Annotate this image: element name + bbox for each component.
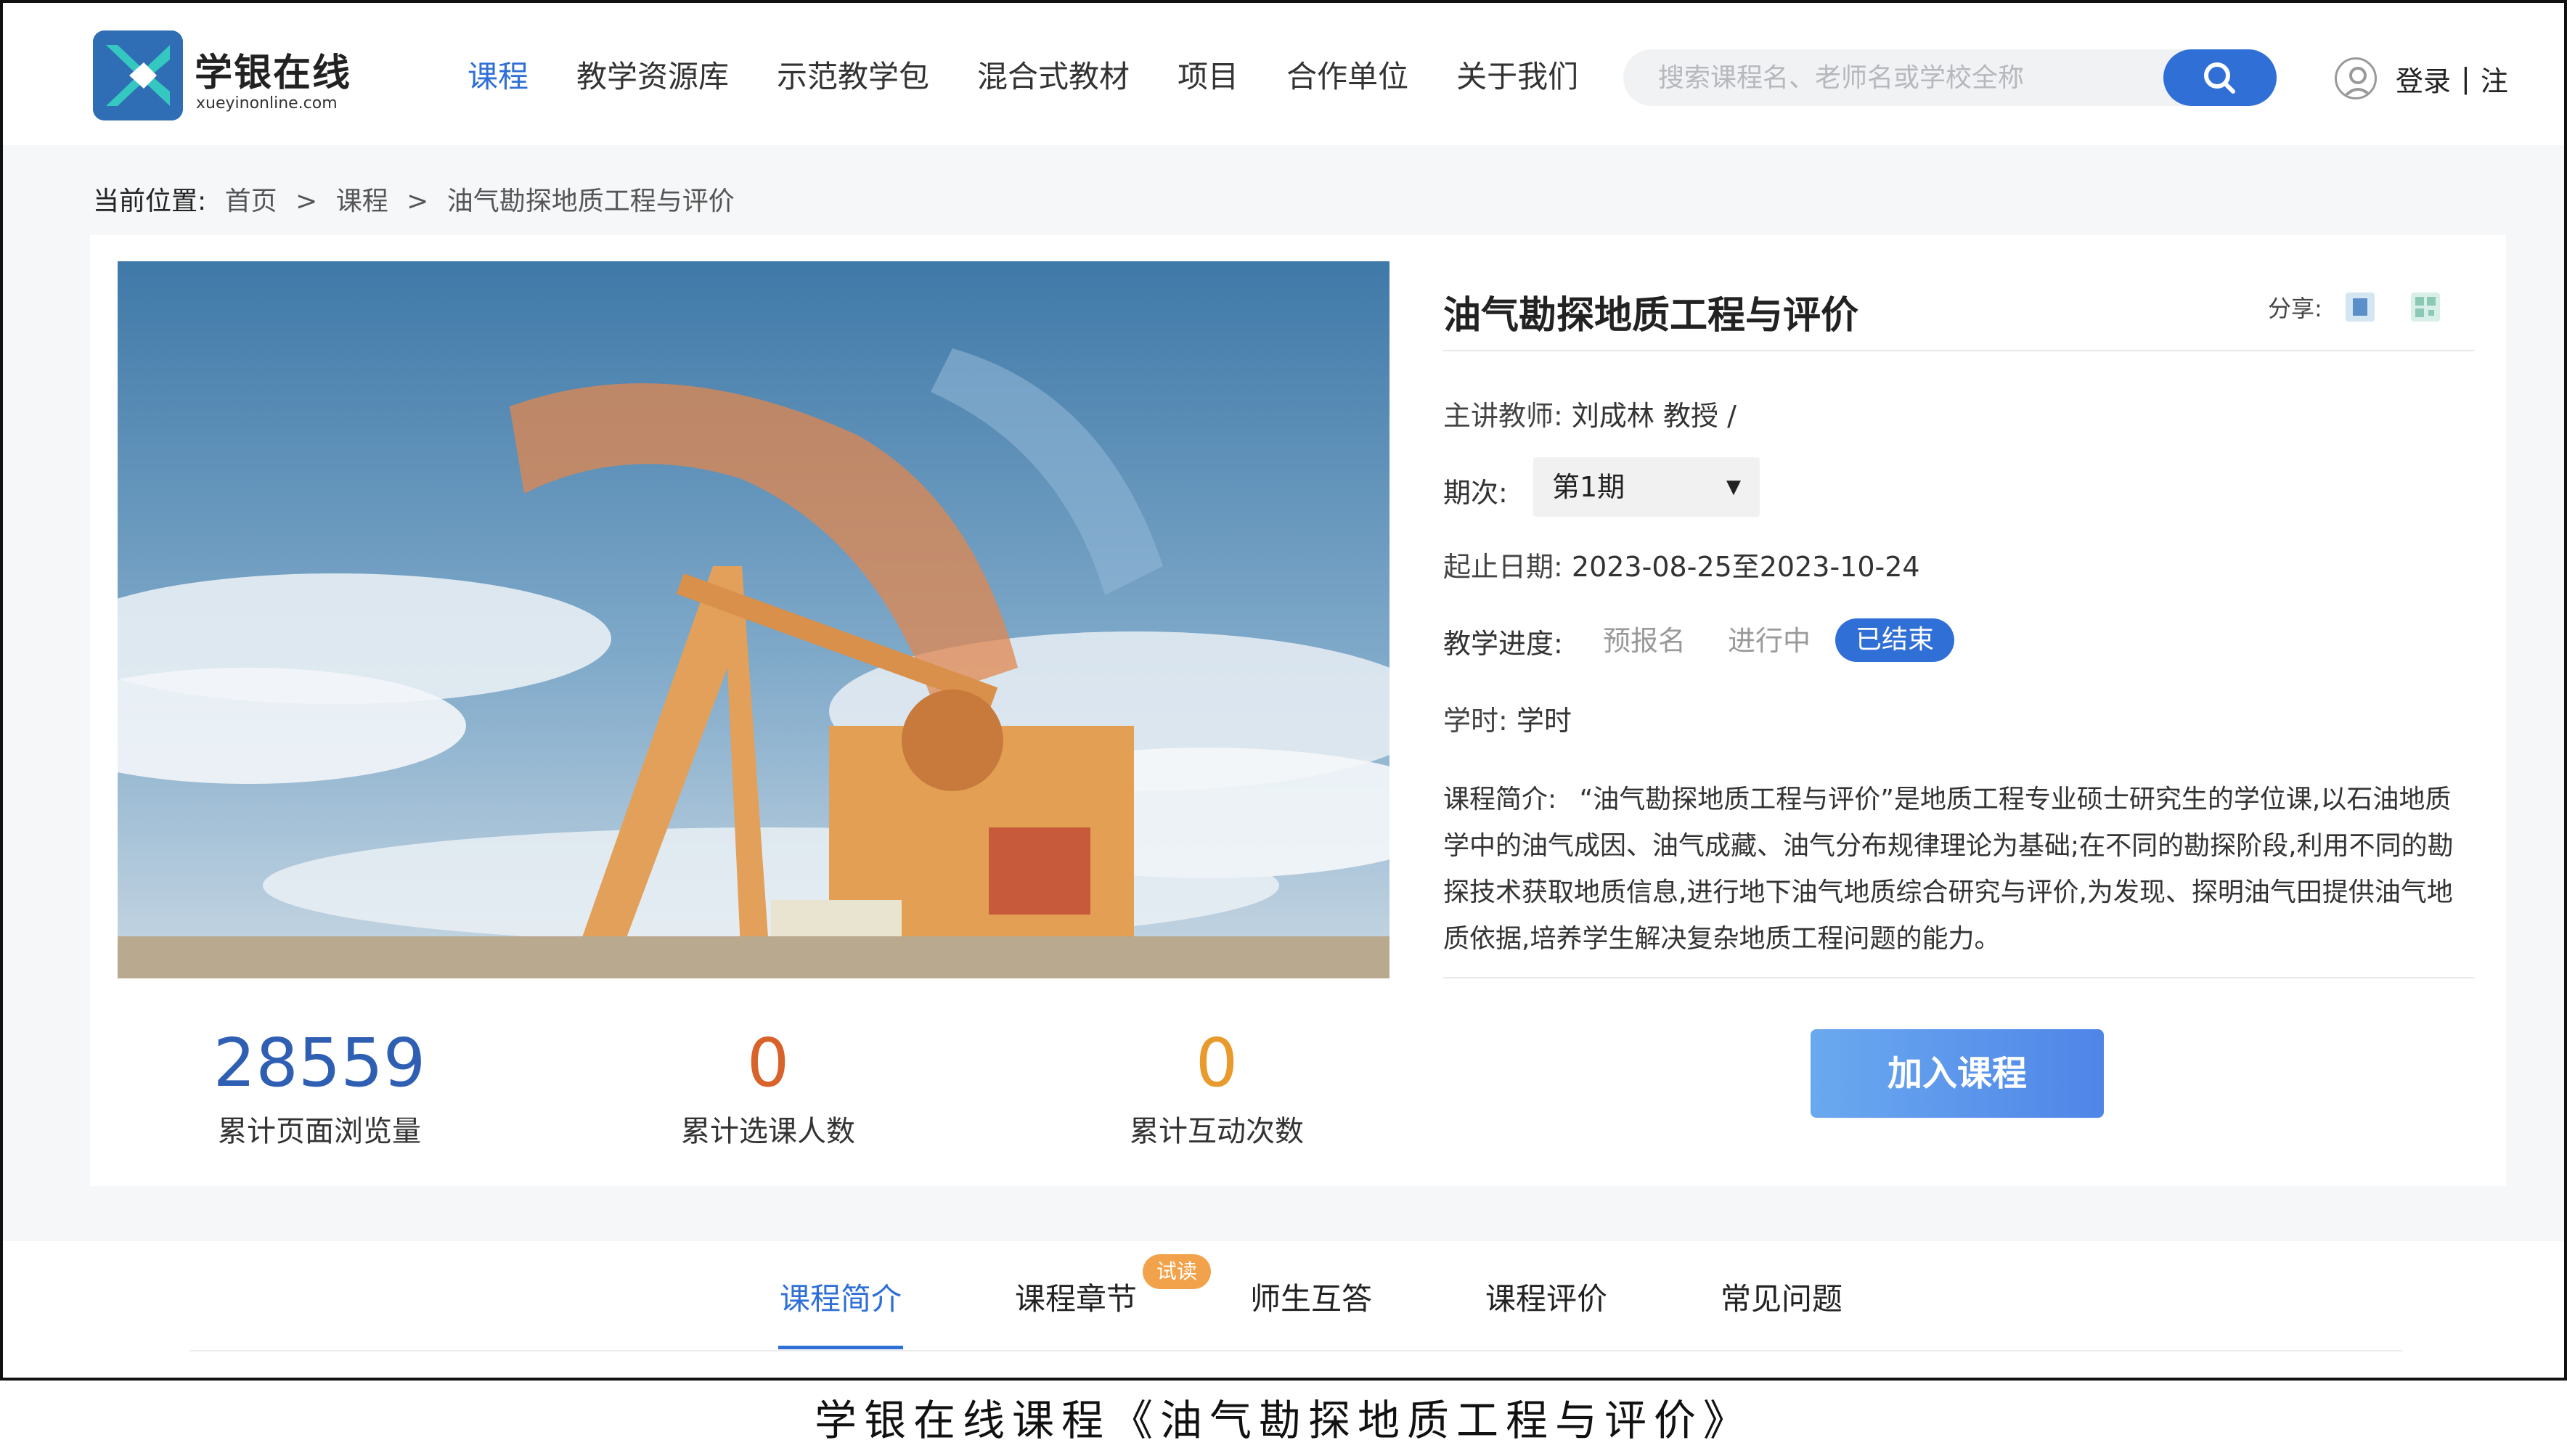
- figure-caption: 学银在线课程《油气勘探地质工程与评价》: [814, 1396, 1752, 1445]
- tab-course-intro[interactable]: 课程简介: [780, 1275, 902, 1319]
- nav-item-courses[interactable]: 课程: [468, 55, 528, 99]
- dates-label: 起止日期:: [1443, 551, 1563, 583]
- stat-label: 累计互动次数: [1130, 1115, 1304, 1148]
- stat-label: 累计页面浏览量: [218, 1115, 421, 1148]
- course-cover-image: [118, 261, 1389, 978]
- breadcrumb-separator: >: [407, 187, 429, 216]
- search-box: [1623, 49, 2277, 106]
- search-button[interactable]: [2163, 49, 2277, 106]
- nav-item-projects[interactable]: 项目: [1178, 55, 1238, 99]
- tab-faq[interactable]: 常见问题: [1721, 1275, 1842, 1319]
- breadcrumb-home[interactable]: 首页: [225, 187, 277, 216]
- breadcrumb-current: 油气勘探地质工程与评价: [446, 187, 735, 216]
- share-area: 分享:: [2268, 290, 2476, 324]
- nav-item-blended-textbooks[interactable]: 混合式教材: [977, 55, 1130, 99]
- stage-preregistration: 预报名: [1603, 625, 1686, 657]
- term-select-value: 第1期: [1552, 471, 1625, 503]
- breadcrumb: 当前位置: 首页 > 课程 > 油气勘探地质工程与评价: [93, 180, 745, 218]
- dates-row: 起止日期: 2023-08-25至2023-10-24: [1443, 544, 1920, 584]
- main-nav: 课程 教学资源库 示范教学包 混合式教材 项目 合作单位 关于我们: [468, 55, 1626, 99]
- search-icon: [2204, 62, 2235, 94]
- site-logo[interactable]: 学银在线 xueyinonline.com: [93, 30, 383, 125]
- breadcrumb-courses[interactable]: 课程: [336, 187, 388, 216]
- stage-in-progress: 进行中: [1728, 625, 1811, 657]
- user-avatar-icon[interactable]: [2335, 57, 2377, 99]
- hours-row: 学时: 学时: [1443, 698, 1572, 738]
- logo-name: 学银在线: [195, 52, 352, 95]
- site-header: 学银在线 xueyinonline.com 课程 教学资源库 示范教学包 混合式…: [3, 3, 2564, 148]
- tab-qa[interactable]: 师生互答: [1250, 1275, 1372, 1319]
- course-title: 油气勘探地质工程与评价: [1443, 294, 1859, 338]
- register-link[interactable]: 注: [2481, 59, 2508, 99]
- stat-value: 0: [1195, 1024, 1238, 1102]
- teacher-label: 主讲教师:: [1443, 400, 1563, 432]
- stat-page-views: 28559 累计页面浏览量: [174, 1023, 465, 1150]
- nav-item-demo-packages[interactable]: 示范教学包: [777, 55, 929, 99]
- user-area: 登录 | 注: [2335, 55, 2508, 102]
- hours-label: 学时:: [1443, 705, 1508, 737]
- intro-divider: [1443, 977, 2474, 978]
- share-label: 分享:: [2268, 295, 2322, 322]
- tab-course-chapters[interactable]: 课程章节: [1015, 1275, 1137, 1319]
- title-divider: [1443, 350, 2474, 351]
- teacher-name[interactable]: 刘成林 教授 /: [1572, 400, 1736, 432]
- logo-mark-icon: [93, 30, 183, 120]
- dates-value: 2023-08-25至2023-10-24: [1571, 551, 1920, 583]
- search-input[interactable]: [1658, 49, 2152, 106]
- hours-value: 学时: [1516, 705, 1572, 737]
- trial-badge: 试读: [1143, 1254, 1211, 1289]
- term-label: 期次:: [1443, 477, 1508, 509]
- share-qrcode-icon[interactable]: [2410, 293, 2440, 322]
- nav-item-resource-library[interactable]: 教学资源库: [576, 55, 729, 99]
- stat-value: 0: [746, 1024, 790, 1102]
- course-intro: 课程简介: “油气勘探地质工程与评价”是地质工程专业硕士研究生的学位课,以石油地…: [1443, 777, 2474, 962]
- active-tab-underline: [778, 1346, 903, 1349]
- breadcrumb-label: 当前位置:: [93, 187, 207, 216]
- term-select[interactable]: 第1期 ▼: [1533, 457, 1760, 517]
- intro-label: 课程简介:: [1443, 785, 1557, 814]
- stat-label: 累计选课人数: [681, 1115, 855, 1148]
- join-course-button[interactable]: 加入课程: [1811, 1029, 2104, 1118]
- stat-value: 28559: [213, 1024, 426, 1102]
- teacher-row: 主讲教师: 刘成林 教授 /: [1443, 393, 1736, 433]
- share-book-icon[interactable]: [2345, 293, 2375, 322]
- browser-screenshot: 学银在线 xueyinonline.com 课程 教学资源库 示范教学包 混合式…: [0, 0, 2567, 1381]
- logo-domain: xueyinonline.com: [196, 94, 338, 113]
- login-separator: |: [2461, 62, 2470, 94]
- progress-label: 教学进度:: [1443, 628, 1563, 660]
- stage-ended-badge: 已结束: [1835, 618, 1954, 662]
- tab-reviews[interactable]: 课程评价: [1485, 1275, 1607, 1319]
- nav-item-partners[interactable]: 合作单位: [1286, 55, 1408, 99]
- breadcrumb-separator: >: [295, 187, 318, 216]
- stat-enrollments: 0 累计选课人数: [623, 1023, 913, 1150]
- stat-interactions: 0 累计互动次数: [1072, 1023, 1362, 1150]
- nav-item-about-us[interactable]: 关于我们: [1456, 55, 1578, 99]
- intro-text: “油气勘探地质工程与评价”是地质工程专业硕士研究生的学位课,以石油地质学中的油气…: [1443, 785, 2454, 954]
- tabs-divider: [189, 1350, 2403, 1351]
- login-link[interactable]: 登录: [2396, 59, 2451, 99]
- caret-down-icon: ▼: [1726, 476, 1741, 498]
